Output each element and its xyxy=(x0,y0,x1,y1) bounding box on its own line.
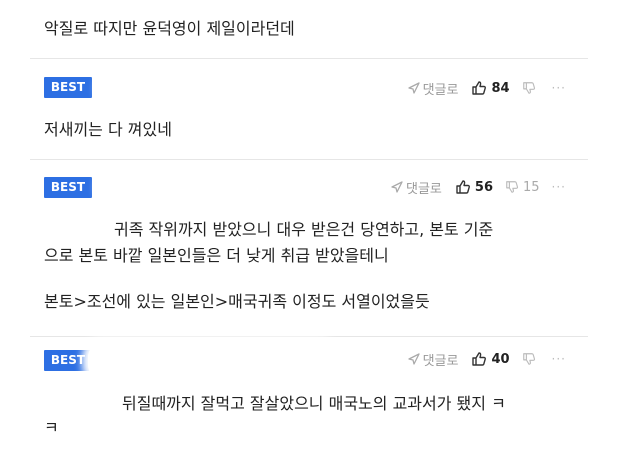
thumbs-down-icon[interactable] xyxy=(522,352,536,366)
like-count: 40 xyxy=(491,351,510,367)
comment-text: 악질로 따지만 윤덕영이 제일이라던데 xyxy=(44,19,295,38)
like-count: 56 xyxy=(474,179,493,195)
comment-text: 본토>조선에 있는 일본인>매국귀족 이정도 서열이었을듯 xyxy=(44,292,430,311)
redacted-username xyxy=(102,172,327,202)
thumbs-down-icon[interactable] xyxy=(522,81,536,95)
reply-icon[interactable] xyxy=(407,82,420,94)
comment-actions: 댓글로 84 ··· xyxy=(407,78,566,98)
reply-button[interactable]: 댓글로 xyxy=(423,79,459,98)
comment-list: 악질로 따지만 윤덕영이 제일이라던데 BEST 댓글로 84 ··· 저새끼는… xyxy=(30,0,588,467)
comment-item: BEST 댓글로 84 ··· 저새끼는 다 껴있네 xyxy=(30,59,588,159)
comment-text: 귀족 작위까지 받았으니 대우 받은건 당연하고, 본토 기준 xyxy=(114,220,494,239)
comment-text: 뒤질때까지 잘먹고 잘살았으니 매국노의 교과서가 됐지 ㅋ xyxy=(122,394,506,413)
comment-item: BEST 댓글로 56 15 ··· 귀족 작위까지 받았으니 대우 받은건 당… xyxy=(30,160,588,336)
like-count: 84 xyxy=(491,80,510,96)
reply-button[interactable]: 댓글로 xyxy=(406,178,442,197)
thumbs-up-icon[interactable] xyxy=(471,351,487,367)
comment-actions: 댓글로 40 ··· xyxy=(407,349,566,369)
reply-button[interactable]: 댓글로 xyxy=(423,350,459,369)
thumbs-up-icon[interactable] xyxy=(455,179,471,195)
more-options-icon[interactable]: ··· xyxy=(552,81,566,95)
comment-text: ㅋ xyxy=(44,418,59,437)
reply-icon[interactable] xyxy=(407,353,420,365)
thumbs-up-icon[interactable] xyxy=(471,80,487,96)
comment-actions: 댓글로 56 15 ··· xyxy=(391,177,566,197)
redacted-username xyxy=(88,343,333,379)
comment-item: BEST 댓글로 40 ··· 뒤질때까지 잘먹고 잘살았으니 매국노의 교과서… xyxy=(30,337,588,467)
redacted-username xyxy=(102,73,332,103)
more-options-icon[interactable]: ··· xyxy=(552,352,566,366)
thumbs-down-icon[interactable] xyxy=(505,180,519,194)
comment-text: 으로 본토 바깥 일본인들은 더 낮게 취급 받았을테니 xyxy=(44,246,389,265)
best-badge: BEST xyxy=(44,350,92,371)
comment-text: 저새끼는 다 껴있네 xyxy=(44,120,172,139)
comment-item: 악질로 따지만 윤덕영이 제일이라던데 xyxy=(30,0,588,58)
dislike-count: 15 xyxy=(523,179,540,195)
reply-icon[interactable] xyxy=(391,181,403,193)
best-badge: BEST xyxy=(44,177,92,198)
redacted-text xyxy=(30,214,100,242)
best-badge: BEST xyxy=(44,77,92,98)
redacted-text xyxy=(30,387,112,417)
more-options-icon[interactable]: ··· xyxy=(552,180,566,194)
